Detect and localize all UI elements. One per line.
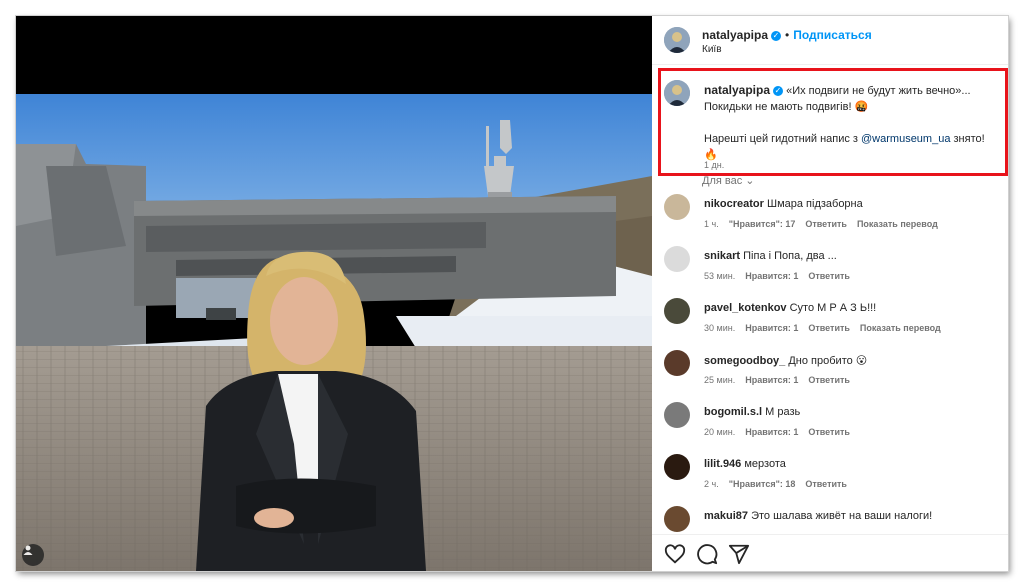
reply-button[interactable]: Ответить [808, 323, 850, 333]
comment-time[interactable]: 1 ч. [704, 219, 719, 229]
comment-text-line: nikocreator Шмара підзаборна [704, 198, 863, 210]
verified-icon: ✓ [773, 86, 784, 96]
comment-meta: 30 мин. Нравится: 1 Ответить Показать перев… [704, 323, 951, 333]
post-location[interactable]: Київ [702, 44, 722, 55]
comment-time[interactable]: 20 мин. [704, 427, 735, 437]
for-you-label: Для вас [702, 175, 743, 187]
comment-item: pavel_kotenkov Суто М Р А З Ь!!! 30 мин. Н… [652, 298, 1008, 348]
show-translation-button[interactable]: Показать перевод [860, 323, 941, 333]
comment-item: snikart Піпа і Попа, два ... 53 мин. Нрави… [652, 246, 1008, 296]
comment-text-line: makui87 Это шалава живёт на ваши налоги! [704, 510, 932, 522]
comment-likes[interactable]: Нравится: 1 [745, 323, 798, 333]
comment-likes[interactable]: "Нравится": 17 [729, 219, 796, 229]
commenter-avatar[interactable] [664, 454, 690, 480]
post-sidebar: natalyapipa ✓ • Подписаться Київ natalyapip… [652, 16, 1008, 571]
caption-line2: Покидьки не мають подвигів! 🤬 [704, 101, 869, 113]
comment-text-line: snikart Піпа і Попа, два ... [704, 250, 837, 262]
commenter-username[interactable]: snikart [704, 250, 740, 262]
comment-likes[interactable]: "Нравится": 18 [729, 479, 796, 489]
comment-text-line: somegoodboy_ Дно пробито 😮 [704, 354, 867, 367]
reply-button[interactable]: Ответить [808, 427, 850, 437]
comment-item: makui87 Это шалава живёт на ваши налоги! [652, 506, 1008, 534]
author-avatar[interactable] [664, 27, 690, 53]
comment-text: Дно пробито 😮 [788, 355, 868, 367]
show-translation-button[interactable]: Показать перевод [857, 219, 938, 229]
photo-image [16, 16, 652, 571]
comment-item: nikocreator Шмара підзаборна 1 ч. "Нравитс… [652, 194, 1008, 244]
caption-text: natalyapipa ✓ «Их подвиги не будут жить в… [704, 82, 1000, 163]
commenter-username[interactable]: makui87 [704, 510, 748, 522]
comment-text: Суто М Р А З Ь!!! [789, 302, 877, 314]
for-you-sort[interactable]: Для вас ⌄ [702, 174, 755, 187]
comment-time[interactable]: 2 ч. [704, 479, 719, 489]
comment-item: bogomil.s.l М разь 20 мин. Нравится: 1 Отве… [652, 402, 1008, 452]
comment-text: Шмара підзаборна [766, 198, 863, 210]
comment-icon[interactable] [696, 543, 718, 565]
commenter-username[interactable]: bogomil.s.l [704, 406, 762, 418]
comment-time[interactable]: 30 мин. [704, 323, 735, 333]
reply-button[interactable]: Ответить [805, 479, 847, 489]
follow-button[interactable]: Подписаться [793, 28, 871, 42]
comment-text: мерзота [744, 458, 786, 470]
comments-list[interactable]: nikocreator Шмара підзаборна 1 ч. "Нравитс… [652, 194, 1008, 534]
comment-text: Піпа і Попа, два ... [743, 250, 837, 262]
comment-text: М разь [765, 406, 801, 418]
comment-time[interactable]: 53 мин. [704, 271, 735, 281]
heart-icon[interactable] [664, 543, 686, 565]
comment-time[interactable]: 25 мин. [704, 375, 735, 385]
commenter-username[interactable]: somegoodboy_ [704, 355, 785, 367]
commenter-avatar[interactable] [664, 298, 690, 324]
comment-meta: 1 ч. "Нравится": 17 Ответить Показать перев… [704, 219, 948, 229]
comment-text-line: pavel_kotenkov Суто М Р А З Ь!!! [704, 302, 876, 314]
commenter-avatar[interactable] [664, 402, 690, 428]
mention-link[interactable]: @warmuseum_ua [861, 133, 950, 145]
comment-meta: 53 мин. Нравится: 1 Ответить [704, 271, 860, 281]
comment-text: Это шалава живёт на ваши налоги! [751, 510, 933, 522]
verified-icon: ✓ [771, 31, 782, 41]
commenter-username[interactable]: nikocreator [704, 198, 764, 210]
post-photo[interactable] [16, 16, 652, 571]
comment-text-line: lilit.946 мерзота [704, 458, 786, 470]
chevron-down-icon: ⌄ [745, 175, 755, 187]
separator-dot: • [785, 28, 790, 42]
author-username[interactable]: natalyapipa [702, 28, 768, 42]
user-tag-icon[interactable] [22, 544, 44, 566]
header-line: natalyapipa ✓ • Подписаться [702, 28, 872, 42]
commenter-avatar[interactable] [664, 506, 690, 532]
action-bar [652, 534, 1008, 571]
commenter-avatar[interactable] [664, 350, 690, 376]
commenter-avatar[interactable] [664, 246, 690, 272]
comment-likes[interactable]: Нравится: 1 [745, 427, 798, 437]
comment-likes[interactable]: Нравится: 1 [745, 271, 798, 281]
comment-likes[interactable]: Нравится: 1 [745, 375, 798, 385]
post-header: natalyapipa ✓ • Подписаться Київ [652, 16, 1008, 65]
caption-time[interactable]: 1 дн. [704, 160, 724, 170]
post-window: natalyapipa ✓ • Подписаться Київ natalyapip… [16, 16, 1008, 571]
reply-button[interactable]: Ответить [805, 219, 847, 229]
reply-button[interactable]: Ответить [808, 271, 850, 281]
caption-avatar[interactable] [664, 80, 690, 106]
share-icon[interactable] [728, 543, 750, 565]
caption-line3-prefix: Нарешті цей гидотний напис з [704, 133, 862, 145]
comment-meta: 20 мин. Нравится: 1 Ответить [704, 427, 860, 437]
comment-item: somegoodboy_ Дно пробито 😮 25 мин. Нравитс… [652, 350, 1008, 400]
commenter-username[interactable]: pavel_kotenkov [704, 302, 787, 314]
comment-text-line: bogomil.s.l М разь [704, 406, 800, 418]
caption-line1: «Их подвиги не будут жить вечно»... [783, 85, 971, 97]
commenter-avatar[interactable] [664, 194, 690, 220]
caption-author[interactable]: natalyapipa [704, 83, 770, 97]
comment-item: lilit.946 мерзота 2 ч. "Нравится": 18 Ответ… [652, 454, 1008, 504]
post-caption: natalyapipa ✓ «Их подвиги не будут жить в… [652, 68, 1008, 170]
comment-meta: 2 ч. "Нравится": 18 Ответить [704, 479, 857, 489]
reply-button[interactable]: Ответить [808, 375, 850, 385]
commenter-username[interactable]: lilit.946 [704, 458, 741, 470]
comment-meta: 25 мин. Нравится: 1 Ответить [704, 375, 860, 385]
